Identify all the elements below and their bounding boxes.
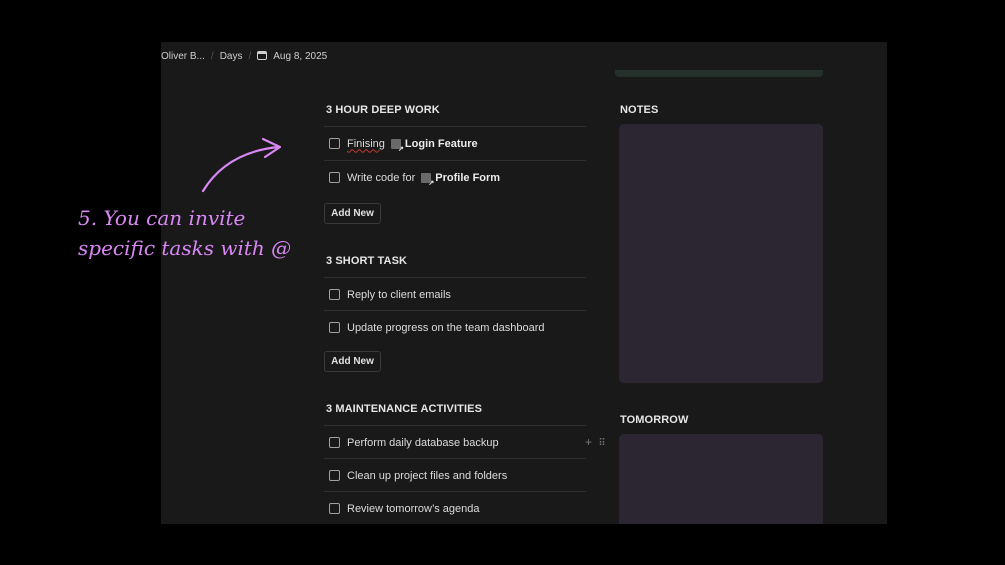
- task-checkbox[interactable]: [329, 172, 340, 183]
- workspace-window: Oliver B... / Days / Aug 8, 2025 3 HOUR …: [161, 42, 887, 524]
- annotation-line-1: 5. You can invite: [78, 206, 246, 230]
- task-checkbox[interactable]: [329, 470, 340, 481]
- add-new-button[interactable]: Add New: [324, 351, 381, 372]
- task-mention[interactable]: Profile Form: [421, 171, 501, 187]
- header-strip: [615, 70, 823, 77]
- breadcrumb-item-workspace[interactable]: Oliver B...: [161, 51, 211, 62]
- task-checkbox[interactable]: [329, 503, 340, 514]
- page-link-icon: [421, 172, 434, 187]
- breadcrumb-date-label: Aug 8, 2025: [273, 50, 328, 62]
- task-checkbox[interactable]: [329, 437, 340, 448]
- page-link-icon: [390, 138, 404, 153]
- row-actions: + ⠿: [585, 435, 606, 449]
- section-title-maintenance: 3 MAINTENANCE ACTIVITIES: [326, 403, 483, 415]
- breadcrumb: Oliver B... / Days / Aug 8, 2025: [161, 42, 333, 70]
- section-title-notes: NOTES: [620, 104, 659, 116]
- annotation-line-2: specific tasks with @: [78, 236, 292, 260]
- notes-panel[interactable]: [619, 124, 823, 383]
- section-title-tomorrow: TOMORROW: [620, 414, 689, 426]
- annotation-text: 5. You can invite specific tasks with @: [78, 203, 291, 263]
- task-row[interactable]: Write code for Profile Form: [324, 160, 586, 194]
- task-text: Reply to client emails: [347, 288, 451, 301]
- breadcrumb-separator: /: [248, 50, 252, 62]
- task-row[interactable]: Update progress on the team dashboard: [324, 310, 586, 344]
- task-row[interactable]: Review tomorrow’s agenda: [324, 491, 586, 524]
- task-mention[interactable]: Login Feature: [390, 137, 478, 153]
- section-title-deep-work: 3 HOUR DEEP WORK: [326, 104, 440, 116]
- task-row[interactable]: Reply to client emails: [324, 277, 586, 311]
- task-row[interactable]: Clean up project files and folders: [324, 458, 586, 492]
- breadcrumb-item-date[interactable]: Aug 8, 2025: [257, 51, 333, 62]
- section-title-short-task: 3 SHORT TASK: [326, 255, 408, 267]
- add-new-button[interactable]: Add New: [324, 203, 381, 224]
- task-text: Review tomorrow’s agenda: [347, 502, 480, 515]
- task-row[interactable]: Finising Login Feature: [324, 126, 586, 160]
- mention-label: Profile Form: [435, 171, 501, 184]
- calendar-icon: [257, 51, 268, 61]
- drag-handle-icon[interactable]: ⠿: [598, 438, 605, 449]
- tomorrow-panel[interactable]: [619, 434, 823, 524]
- task-checkbox[interactable]: [329, 322, 340, 333]
- annotation-arrow-icon: [201, 137, 282, 193]
- task-text: Finising: [347, 137, 385, 150]
- task-row[interactable]: Perform daily database backup: [324, 425, 586, 459]
- task-checkbox[interactable]: [329, 289, 340, 300]
- add-block-icon[interactable]: +: [585, 435, 592, 449]
- task-text: Clean up project files and folders: [347, 469, 508, 482]
- task-text: Write code for: [347, 171, 416, 184]
- task-text: Update progress on the team dashboard: [347, 321, 545, 334]
- task-checkbox[interactable]: [329, 138, 340, 149]
- mention-label: Login Feature: [404, 137, 478, 150]
- task-text: Perform daily database backup: [347, 436, 499, 449]
- breadcrumb-item-days[interactable]: Days: [220, 51, 249, 62]
- breadcrumb-separator: /: [210, 50, 214, 62]
